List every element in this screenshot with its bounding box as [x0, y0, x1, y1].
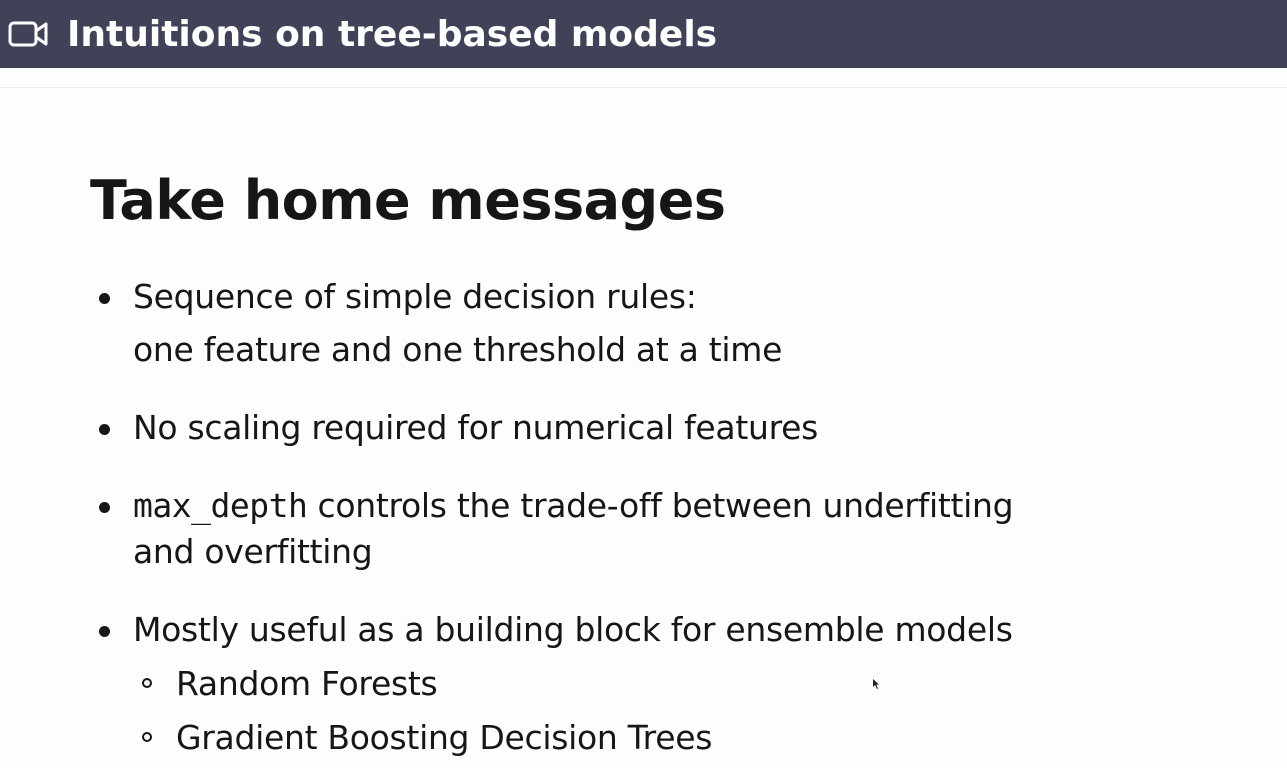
bullet-dot: [99, 424, 110, 435]
bullet-text: controls the trade-off between underfitt…: [307, 486, 1014, 525]
video-header-bar: Intuitions on tree-based models: [0, 0, 1287, 68]
mouse-cursor-icon: [873, 679, 879, 689]
video-title: Intuitions on tree-based models: [67, 13, 718, 55]
bullet-item: Sequence of simple decision rules:: [99, 272, 697, 322]
sub-bullet-item: Gradient Boosting Decision Trees: [142, 713, 713, 763]
video-icon: [8, 20, 50, 48]
sub-bullet-dot: [142, 732, 152, 742]
sub-bullet-item: Random Forests: [142, 659, 438, 709]
bullet-item: No scaling required for numerical featur…: [99, 403, 819, 453]
code-max-depth: max_depth: [133, 486, 308, 525]
bullet-dot: [99, 502, 110, 513]
bullet-text: Mostly useful as a building block for en…: [133, 610, 1013, 649]
sub-bullet-text: Random Forests: [176, 664, 438, 703]
sub-bullet-dot: [142, 678, 152, 688]
sub-bullet-text: Gradient Boosting Decision Trees: [176, 718, 713, 757]
bullet-item: max_depth controls the trade-off between…: [99, 481, 1014, 531]
bullet-dot: [99, 626, 110, 637]
bullet-text: and overfitting: [133, 532, 373, 571]
bullet-text: Sequence of simple decision rules:: [133, 277, 697, 316]
bullet-dot: [99, 293, 110, 304]
bullet-continuation: and overfitting: [133, 527, 373, 577]
bullet-item: Mostly useful as a building block for en…: [99, 605, 1013, 655]
bullet-text: one feature and one threshold at a time: [133, 330, 783, 369]
bullet-continuation: one feature and one threshold at a time: [133, 325, 782, 375]
slide-content: Take home messages Sequence of simple de…: [0, 88, 1287, 768]
bullet-text: No scaling required for numerical featur…: [133, 408, 819, 447]
slide-title: Take home messages: [90, 169, 726, 232]
